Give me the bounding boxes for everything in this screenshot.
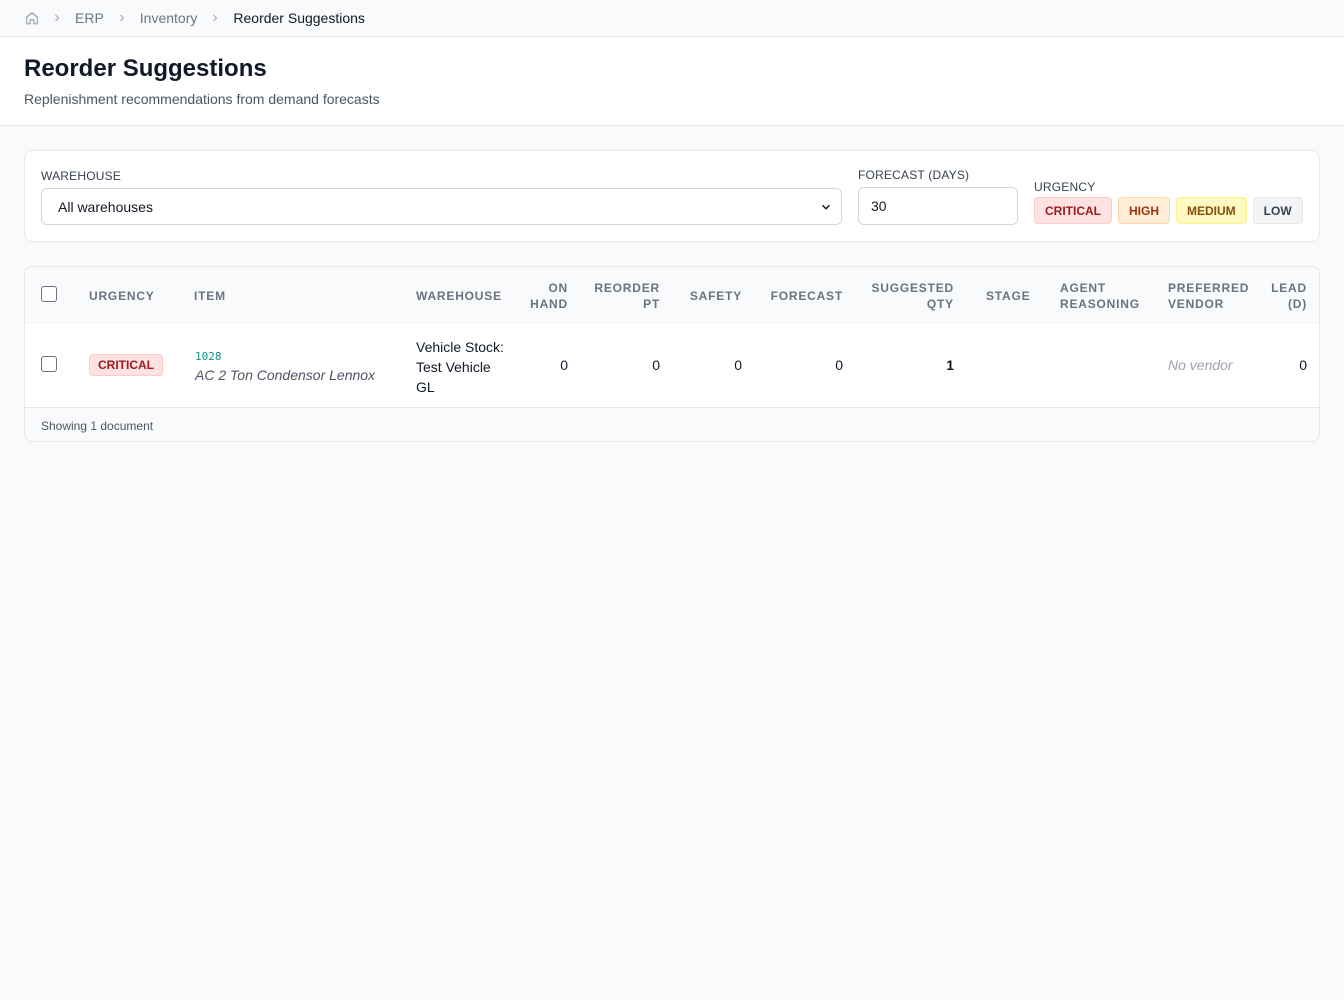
col-lead-days-line2: (D) (1287, 297, 1307, 311)
breadcrumb: ERP Inventory Reorder Suggestions (0, 0, 1344, 37)
page-subtitle: Replenishment recommendations from deman… (24, 91, 380, 107)
item-code-link[interactable]: 1028 (195, 350, 222, 363)
chevron-right-icon (51, 12, 63, 24)
filters-panel: WAREHOUSE All warehouses FORECAST (DAYS)… (24, 150, 1320, 242)
col-suggested-qty-line2: QTY (926, 297, 954, 311)
col-safety[interactable]: SAFETY (675, 288, 742, 304)
item-name: AC 2 Ton Condensor Lennox (195, 367, 376, 383)
urgency-badge: CRITICAL (89, 354, 163, 376)
select-all-checkbox[interactable] (41, 286, 57, 302)
col-on-hand[interactable]: ON HAND (505, 280, 568, 312)
col-item[interactable]: ITEM (194, 288, 226, 304)
reorder-pt-value: 0 (652, 357, 660, 373)
breadcrumb-current: Reorder Suggestions (233, 10, 365, 26)
row-count-text: Showing 1 document (41, 419, 154, 433)
col-reorder-pt-line1: REORDER (594, 281, 660, 295)
forecast-days-label: FORECAST (DAYS) (858, 168, 970, 182)
warehouse-label: WAREHOUSE (41, 169, 122, 183)
col-reorder-pt[interactable]: REORDER PT (585, 280, 660, 312)
chevron-right-icon (209, 12, 221, 24)
suggested-qty-value: 1 (946, 357, 954, 373)
urgency-filter: CRITICAL HIGH MEDIUM LOW (1034, 197, 1303, 224)
lead-days-value: 0 (1299, 357, 1307, 373)
table-header: URGENCY ITEM WAREHOUSE ON HAND REORDER P… (25, 267, 1319, 324)
table-row[interactable]: CRITICAL 1028 AC 2 Ton Condensor Lennox … (25, 324, 1319, 408)
col-on-hand-line1: ON (548, 281, 568, 295)
warehouse-select-value: All warehouses (58, 198, 153, 215)
col-agent-reasoning[interactable]: AGENT REASONING (1060, 280, 1140, 312)
col-stage[interactable]: STAGE (986, 288, 1030, 304)
forecast-days-input[interactable] (858, 187, 1018, 225)
col-on-hand-line2: HAND (530, 297, 568, 311)
preferred-vendor-value: No vendor (1168, 357, 1233, 373)
warehouse-select[interactable]: All warehouses (41, 188, 842, 225)
urgency-label: URGENCY (1034, 180, 1096, 194)
forecast-value: 0 (835, 357, 843, 373)
row-checkbox[interactable] (41, 356, 57, 372)
col-urgency[interactable]: URGENCY (89, 288, 155, 304)
col-lead-days-line1: LEAD (1271, 281, 1307, 295)
chevron-down-icon (819, 200, 833, 217)
urgency-high-pill[interactable]: HIGH (1118, 197, 1170, 224)
chevron-right-icon (116, 12, 128, 24)
col-suggested-qty[interactable]: SUGGESTED QTY (860, 280, 954, 312)
warehouse-name: Vehicle Stock: Test Vehicle GL (416, 339, 504, 395)
urgency-critical-pill[interactable]: CRITICAL (1034, 197, 1112, 224)
col-preferred-vendor-line1: PREFERRED (1168, 281, 1250, 295)
suggestions-table: URGENCY ITEM WAREHOUSE ON HAND REORDER P… (24, 266, 1320, 442)
breadcrumb-erp[interactable]: ERP (75, 10, 104, 26)
urgency-low-pill[interactable]: LOW (1252, 197, 1303, 224)
table-footer: Showing 1 document (25, 409, 1319, 441)
col-agent-reasoning-line2: REASONING (1060, 297, 1140, 311)
col-suggested-qty-line1: SUGGESTED (871, 281, 954, 295)
col-agent-reasoning-line1: AGENT (1060, 281, 1106, 295)
page-header: Reorder Suggestions Replenishment recomm… (0, 37, 1344, 126)
col-preferred-vendor-line2: VENDOR (1168, 297, 1225, 311)
on-hand-value: 0 (560, 357, 568, 373)
breadcrumb-inventory[interactable]: Inventory (140, 10, 198, 26)
page-title: Reorder Suggestions (24, 55, 267, 82)
col-lead-days[interactable]: LEAD (D) (1260, 280, 1307, 312)
home-icon[interactable] (25, 11, 39, 25)
col-forecast[interactable]: FORECAST (760, 288, 843, 304)
safety-value: 0 (734, 357, 742, 373)
col-preferred-vendor[interactable]: PREFERRED VENDOR (1168, 280, 1249, 312)
col-warehouse[interactable]: WAREHOUSE (416, 288, 502, 304)
urgency-medium-pill[interactable]: MEDIUM (1176, 197, 1247, 224)
col-reorder-pt-line2: PT (643, 297, 660, 311)
